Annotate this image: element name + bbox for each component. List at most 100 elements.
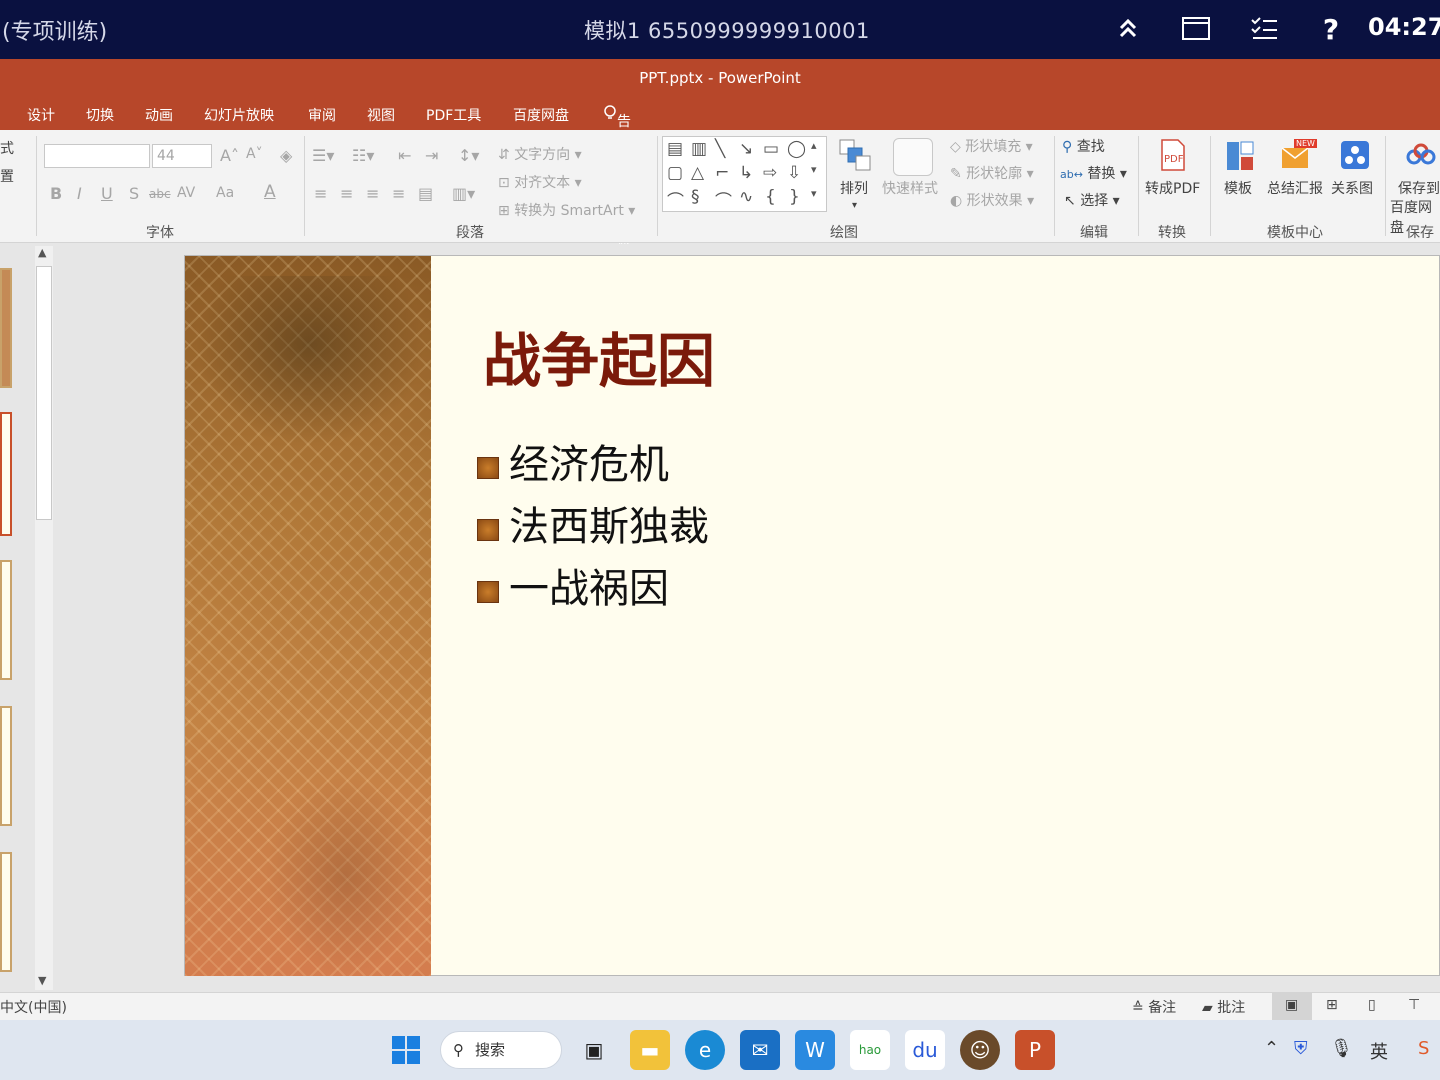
current-slide[interactable]: 战争起因 经济危机 法西斯独裁 一战祸因 bbox=[184, 255, 1440, 976]
select-button[interactable]: ↖ 选择 ▾ bbox=[1064, 190, 1120, 210]
smartart-button[interactable]: ⊞ 转换为 SmartArt ▾ bbox=[498, 200, 635, 220]
down-arrow-shape-icon[interactable]: ⇩ bbox=[787, 163, 801, 183]
arc-shape-icon[interactable]: ⌒ bbox=[715, 187, 732, 212]
ribbon-cut-text-b[interactable]: 置 bbox=[0, 166, 14, 186]
window-icon[interactable] bbox=[1180, 14, 1212, 46]
clear-format-icon[interactable]: ◈ bbox=[280, 146, 292, 165]
arrow-line-shape-icon[interactable]: ↘ bbox=[739, 139, 753, 159]
align-left-icon[interactable]: ≡ bbox=[314, 184, 327, 203]
tell-me-box[interactable]: 告诉我您想要做什么... bbox=[603, 105, 644, 290]
tab-slideshow[interactable]: 幻灯片放映 bbox=[204, 105, 274, 125]
slide-bullet[interactable]: 一战祸因 bbox=[477, 556, 669, 614]
slide-thumbnail[interactable] bbox=[0, 560, 12, 680]
slide-thumbnail[interactable] bbox=[0, 852, 12, 972]
slide-thumbnail[interactable] bbox=[0, 268, 12, 388]
italic-button[interactable]: I bbox=[77, 184, 82, 203]
font-size-combo[interactable]: 44 bbox=[152, 144, 212, 168]
grow-font-icon[interactable]: A˄ bbox=[220, 146, 239, 165]
scrollbar-thumb[interactable] bbox=[36, 266, 52, 520]
template-button[interactable]: 模板 bbox=[1224, 178, 1252, 198]
shrink-font-icon[interactable]: A˅ bbox=[246, 146, 263, 162]
tray-chevron-up-icon[interactable]: ⌃ bbox=[1264, 1038, 1279, 1059]
align-center-icon[interactable]: ≡ bbox=[340, 184, 353, 203]
save-to-label-1[interactable]: 保存到 bbox=[1398, 178, 1440, 198]
left-brace-shape-icon[interactable]: { bbox=[765, 187, 776, 207]
scroll-up-icon[interactable]: ▲ bbox=[38, 246, 46, 259]
microphone-icon[interactable]: 🎙 bbox=[1330, 1038, 1353, 1059]
font-name-combo[interactable] bbox=[44, 144, 150, 168]
baidu-netdisk-icon[interactable]: du bbox=[905, 1030, 945, 1070]
wps-icon[interactable]: W bbox=[795, 1030, 835, 1070]
arrange-dropdown-icon[interactable]: ▾ bbox=[852, 200, 857, 211]
textbox-shape-icon[interactable]: ▤ bbox=[667, 139, 683, 159]
tab-review[interactable]: 审阅 bbox=[308, 105, 336, 125]
arrange-button[interactable]: 排列 bbox=[840, 178, 868, 198]
triangle-shape-icon[interactable]: △ bbox=[691, 163, 704, 183]
summary-report-button[interactable]: 总结汇报 bbox=[1267, 178, 1323, 198]
slideshow-view-icon[interactable]: ⊤ bbox=[1408, 997, 1420, 1013]
elbow-shape-icon[interactable]: ⌐ bbox=[715, 163, 729, 183]
replace-button[interactable]: ab↔ 替换 ▾ bbox=[1060, 163, 1127, 183]
baidu-cloud-icon[interactable] bbox=[1406, 142, 1436, 168]
windows-start-icon[interactable] bbox=[386, 1030, 426, 1070]
line-shape-icon[interactable]: ╲ bbox=[715, 139, 725, 159]
char-spacing-button[interactable]: AV bbox=[177, 185, 195, 201]
columns-icon[interactable]: ▥▾ bbox=[452, 184, 475, 203]
help-icon[interactable]: ? bbox=[1315, 14, 1347, 46]
arrange-icon[interactable] bbox=[838, 138, 874, 172]
freeform-shape-icon[interactable]: ⌒ bbox=[667, 187, 684, 212]
sogou-ime-icon[interactable]: S bbox=[1418, 1038, 1429, 1059]
tab-baidu-netdisk[interactable]: 百度网盘 bbox=[513, 105, 569, 125]
oval-shape-icon[interactable]: ◯ bbox=[787, 139, 806, 159]
ribbon-cut-text-a[interactable]: 式 bbox=[0, 138, 14, 158]
checklist-icon[interactable] bbox=[1248, 14, 1280, 46]
template-icon[interactable] bbox=[1225, 140, 1255, 172]
numbering-icon[interactable]: ☷▾ bbox=[352, 146, 374, 165]
align-text-button[interactable]: ⊡ 对齐文本 ▾ bbox=[498, 172, 582, 192]
justify-icon[interactable]: ≡ bbox=[392, 184, 405, 203]
right-arrow-shape-icon[interactable]: ⇨ bbox=[763, 163, 777, 183]
thumbnail-scrollbar[interactable]: ▲ ▼ bbox=[35, 246, 53, 990]
shape-effect-button[interactable]: ◐ 形状效果 ▾ bbox=[950, 190, 1034, 210]
shapes-gallery[interactable]: ▤ ▥ ╲ ↘ ▭ ◯ ▢ △ ⌐ ↳ ⇨ ⇩ ⌒ § ⌒ ∿ { } ▴ ▾ … bbox=[662, 136, 827, 212]
convert-pdf-button[interactable]: 转成PDF bbox=[1145, 178, 1200, 198]
align-right-icon[interactable]: ≡ bbox=[366, 184, 379, 203]
gallery-scroll-up-icon[interactable]: ▴ bbox=[811, 139, 817, 152]
pdf-icon[interactable]: PDF bbox=[1158, 138, 1188, 172]
collapse-up-icon[interactable] bbox=[1112, 14, 1144, 46]
relation-diagram-button[interactable]: 关系图 bbox=[1331, 178, 1373, 198]
taskbar-search[interactable]: ⚲ 搜索 bbox=[440, 1031, 562, 1069]
right-brace-shape-icon[interactable]: } bbox=[789, 187, 800, 207]
tab-transitions[interactable]: 切换 bbox=[86, 105, 114, 125]
edge-icon[interactable]: e bbox=[685, 1030, 725, 1070]
rounded-rect-shape-icon[interactable]: ▢ bbox=[667, 163, 683, 183]
distribute-icon[interactable]: ▤ bbox=[418, 184, 433, 203]
bold-button[interactable]: B bbox=[50, 184, 62, 203]
increase-indent-icon[interactable]: ⇥ bbox=[425, 146, 438, 165]
tab-pdf-tools[interactable]: PDF工具 bbox=[426, 105, 481, 125]
security-shield-icon[interactable]: ⛨ bbox=[1294, 1038, 1308, 1059]
slide-thumbnail[interactable] bbox=[0, 706, 12, 826]
find-button[interactable]: ⚲ 查找 bbox=[1062, 136, 1105, 156]
slide-sorter-icon[interactable]: ⊞ bbox=[1326, 997, 1338, 1013]
notes-button[interactable]: ≙ 备注 bbox=[1132, 997, 1176, 1017]
mail-icon[interactable]: ✉ bbox=[740, 1030, 780, 1070]
slide-title[interactable]: 战争起因 bbox=[483, 314, 715, 398]
vertical-textbox-shape-icon[interactable]: ▥ bbox=[691, 139, 707, 159]
gallery-more-icon[interactable]: ▾ bbox=[811, 187, 817, 200]
file-explorer-icon[interactable]: ▬ bbox=[630, 1030, 670, 1070]
comments-button[interactable]: ▰ 批注 bbox=[1202, 997, 1245, 1017]
tab-view[interactable]: 视图 bbox=[367, 105, 395, 125]
gallery-scroll-down-icon[interactable]: ▾ bbox=[811, 163, 817, 176]
text-direction-button[interactable]: ⇵ 文字方向 ▾ bbox=[498, 144, 582, 164]
input-language[interactable]: 英 bbox=[1370, 1038, 1388, 1064]
scroll-down-icon[interactable]: ▼ bbox=[38, 974, 46, 987]
quick-styles-button[interactable]: 快速样式 bbox=[882, 178, 938, 198]
change-case-button[interactable]: Aa bbox=[216, 185, 234, 201]
avatar-app-icon[interactable]: ☺ bbox=[960, 1030, 1000, 1070]
underline-button[interactable]: U bbox=[101, 184, 113, 203]
slide-thumbnail[interactable] bbox=[0, 412, 12, 536]
slide-bullet[interactable]: 经济危机 bbox=[477, 432, 669, 490]
task-view-icon[interactable]: ▣ bbox=[574, 1030, 614, 1070]
slide-bullet[interactable]: 法西斯独裁 bbox=[477, 494, 709, 552]
